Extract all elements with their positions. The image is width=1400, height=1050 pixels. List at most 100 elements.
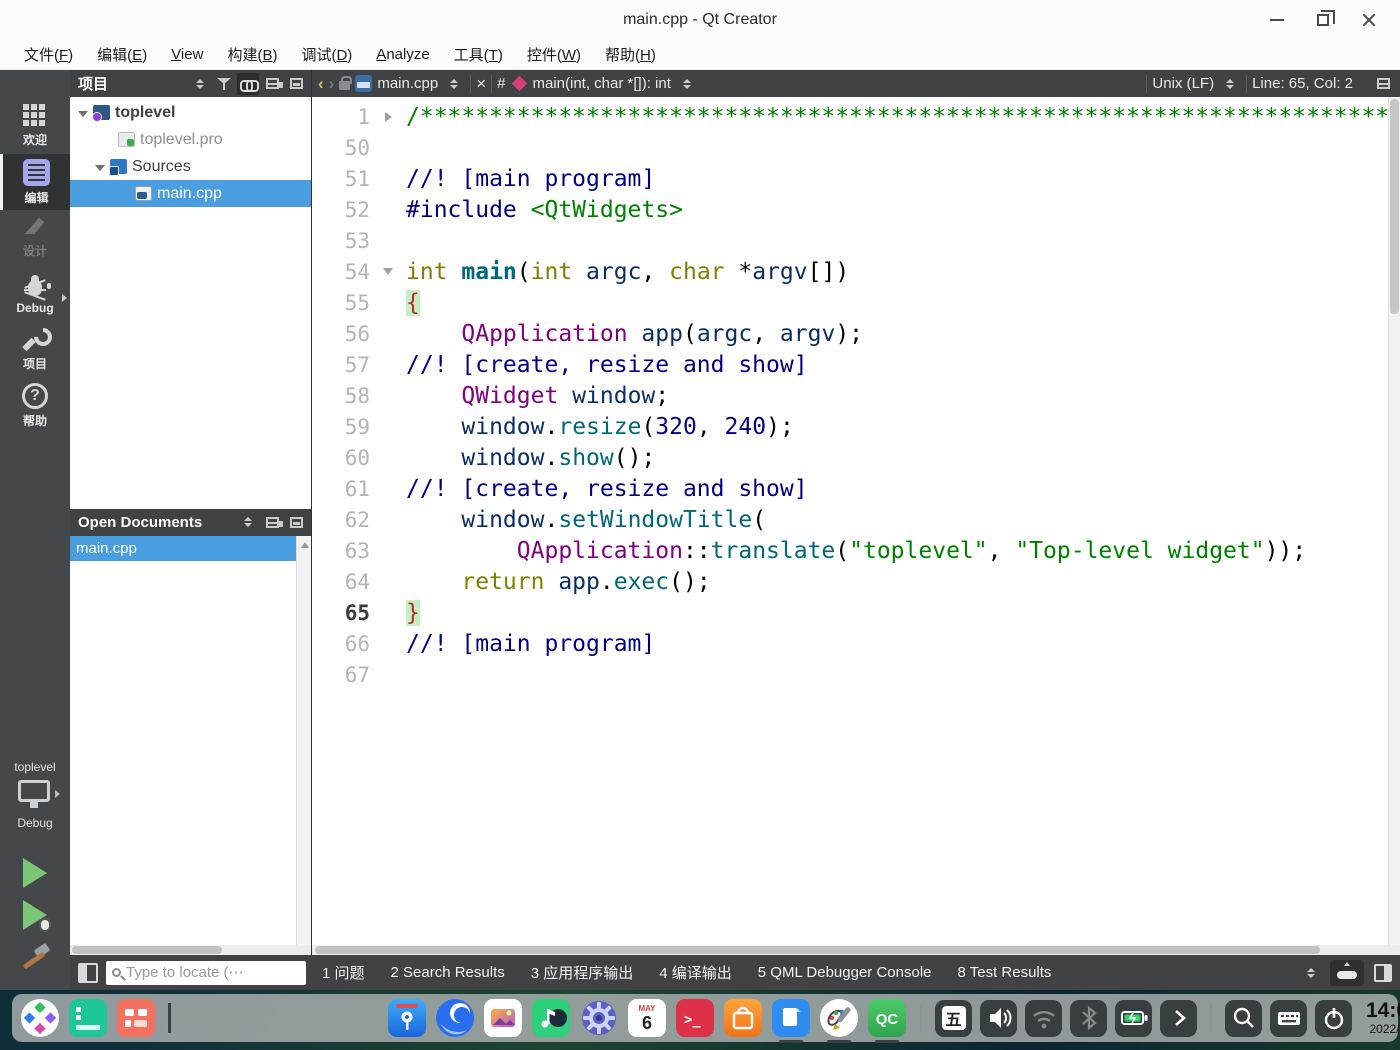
go-back-button[interactable]: ‹ xyxy=(318,75,324,92)
menu-item-0[interactable]: 文件(F) xyxy=(14,41,83,68)
code-line-64[interactable]: 64 return app.exec(); xyxy=(312,566,1388,597)
menu-item-6[interactable]: 工具(T) xyxy=(444,41,513,68)
mode-help[interactable]: ? 帮助 xyxy=(0,378,70,434)
od-close-button[interactable] xyxy=(285,511,307,533)
battery-icon[interactable] xyxy=(1115,999,1152,1037)
panes-combo[interactable] xyxy=(1300,962,1322,984)
line-number[interactable]: 60 xyxy=(312,446,370,470)
menu-item-7[interactable]: 控件(W) xyxy=(517,41,591,68)
line-number[interactable]: 50 xyxy=(312,136,370,160)
od-scrollbar[interactable] xyxy=(296,535,311,945)
cursor-position[interactable]: Line: 65, Col: 2 xyxy=(1252,75,1353,92)
debug-submenu-arrow-icon[interactable] xyxy=(62,294,67,302)
symbol-combo[interactable] xyxy=(676,73,698,95)
locator-input[interactable] xyxy=(126,964,300,981)
minimize-button[interactable] xyxy=(1254,0,1300,40)
kit-selector[interactable]: toplevel Debug xyxy=(0,760,70,842)
menu-item-4[interactable]: 调试(D) xyxy=(291,41,362,68)
qt-creator-taskbar-icon[interactable]: QC xyxy=(867,998,907,1043)
code-line-50[interactable]: 50 xyxy=(312,132,1388,163)
photos-icon[interactable] xyxy=(483,998,523,1038)
settings-icon[interactable] xyxy=(579,998,619,1038)
close-document-button[interactable]: × xyxy=(476,74,486,94)
line-number[interactable]: 1 xyxy=(312,105,370,129)
build-button[interactable] xyxy=(18,942,52,976)
file-manager-icon[interactable] xyxy=(387,998,427,1038)
code-line-65[interactable]: 65} xyxy=(312,597,1388,628)
menu-item-5[interactable]: Analyze xyxy=(366,43,439,66)
line-number[interactable]: 53 xyxy=(312,229,370,253)
line-number[interactable]: 62 xyxy=(312,508,370,532)
menu-item-3[interactable]: 构建(B) xyxy=(217,41,287,68)
titlebar[interactable]: main.cpp - Qt Creator xyxy=(0,0,1400,40)
documents-app-icon[interactable] xyxy=(771,998,811,1043)
od-panel-combo[interactable] xyxy=(237,511,259,533)
tree-item-toplevel[interactable]: toplevel xyxy=(70,99,311,126)
mode-welcome[interactable]: 欢迎 xyxy=(0,98,70,154)
launcher-icon[interactable] xyxy=(20,998,60,1038)
code-line-56[interactable]: 56 QApplication app(argc, argv); xyxy=(312,318,1388,349)
code-line-55[interactable]: 55 { xyxy=(312,287,1388,318)
output-pane-button-5[interactable]: 8 Test Results xyxy=(958,964,1052,981)
line-number[interactable]: 61 xyxy=(312,477,370,501)
symbol-hash[interactable]: # xyxy=(497,75,505,92)
panel-selector-combo[interactable] xyxy=(189,73,211,95)
line-number[interactable]: 51 xyxy=(312,167,370,191)
line-ending-selector[interactable]: Unix (LF) xyxy=(1152,75,1214,92)
code-line-1[interactable]: 1 /**************************************… xyxy=(312,101,1389,132)
restore-button[interactable] xyxy=(1300,0,1346,40)
leftpanel-hscrollbar[interactable] xyxy=(70,945,311,955)
mode-debug[interactable]: Debug xyxy=(0,266,70,322)
code-line-52[interactable]: 52 #include <QtWidgets> xyxy=(312,194,1388,225)
menu-item-8[interactable]: 帮助(H) xyxy=(595,41,666,68)
line-number[interactable]: 58 xyxy=(312,384,370,408)
document-combo[interactable] xyxy=(443,73,465,95)
window-tiles-icon[interactable] xyxy=(116,998,156,1038)
code-line-67[interactable]: 67 xyxy=(312,659,1388,690)
code-line-63[interactable]: 63 QApplication::translate("toplevel", "… xyxy=(312,535,1388,566)
close-panel-button[interactable] xyxy=(285,73,307,95)
line-number[interactable]: 57 xyxy=(312,353,370,377)
calendar-icon[interactable]: MAY 6 xyxy=(627,998,667,1038)
fold-marker-icon[interactable] xyxy=(370,111,406,122)
output-pane-button-1[interactable]: 2 Search Results xyxy=(391,964,505,981)
toggle-left-sidebar-button[interactable] xyxy=(78,962,98,983)
line-number[interactable]: 56 xyxy=(312,322,370,346)
open-file-name[interactable]: main.cpp xyxy=(377,75,438,92)
code-line-62[interactable]: 62 window.setWindowTitle( xyxy=(312,504,1388,535)
code-line-54[interactable]: 54 int main(int argc, char *argv[]) xyxy=(312,256,1388,287)
power-icon[interactable] xyxy=(1315,999,1352,1037)
debug-run-button[interactable] xyxy=(23,900,51,932)
toggle-right-sidebar-button[interactable] xyxy=(1374,963,1392,982)
line-ending-combo[interactable] xyxy=(1219,73,1241,95)
taskbar-clock[interactable]: 14:06 2022/5/6 xyxy=(1360,999,1400,1037)
line-number[interactable]: 63 xyxy=(312,539,370,563)
line-number[interactable]: 67 xyxy=(312,663,370,687)
expand-arrow-icon[interactable] xyxy=(78,110,88,117)
code-line-60[interactable]: 60 window.show(); xyxy=(312,442,1388,473)
build-progress-icon[interactable] xyxy=(1330,959,1364,986)
app-store-icon[interactable] xyxy=(723,998,763,1038)
locator[interactable] xyxy=(106,960,306,985)
sync-with-editor-button[interactable] xyxy=(237,72,259,95)
fold-marker-icon[interactable] xyxy=(370,268,406,275)
output-pane-button-4[interactable]: 5 QML Debugger Console xyxy=(758,964,932,981)
terminal-icon[interactable]: >_ xyxy=(675,998,715,1038)
code-line-59[interactable]: 59 window.resize(320, 240); xyxy=(312,411,1388,442)
code-line-53[interactable]: 53 xyxy=(312,225,1388,256)
line-number[interactable]: 52 xyxy=(312,198,370,222)
code-editor[interactable]: 1 /**************************************… xyxy=(312,97,1400,945)
bluetooth-icon[interactable] xyxy=(1070,999,1107,1037)
line-number[interactable]: 54 xyxy=(312,260,370,284)
run-button[interactable] xyxy=(23,858,47,888)
editor-split-button[interactable] xyxy=(1372,73,1394,95)
code-line-58[interactable]: 58 QWidget window; xyxy=(312,380,1388,411)
editor-hscrollbar[interactable] xyxy=(312,945,1400,955)
menu-item-1[interactable]: 编辑(E) xyxy=(87,41,157,68)
tree-item-sources[interactable]: Sources xyxy=(70,153,311,180)
expand-arrow-icon[interactable] xyxy=(95,164,105,171)
split-panel-button[interactable] xyxy=(261,73,283,95)
code-line-51[interactable]: 51 //! [main program] xyxy=(312,163,1388,194)
line-number[interactable]: 65 xyxy=(312,601,370,625)
close-button[interactable] xyxy=(1346,0,1392,40)
